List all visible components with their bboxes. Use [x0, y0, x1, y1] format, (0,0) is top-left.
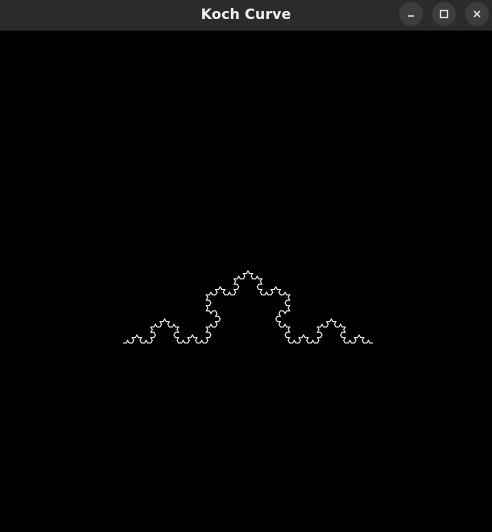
minimize-button[interactable]	[399, 2, 423, 26]
close-icon	[473, 10, 481, 18]
koch-curve-drawing	[123, 269, 373, 344]
maximize-icon	[439, 9, 449, 19]
drawing-canvas	[0, 31, 492, 532]
minimize-icon	[408, 15, 414, 17]
close-button[interactable]	[465, 2, 489, 26]
title-bar[interactable]: Koch Curve	[0, 0, 492, 31]
app-window: Koch Curve	[0, 0, 492, 532]
koch-curve	[123, 269, 373, 344]
maximize-button[interactable]	[432, 2, 456, 26]
window-controls	[399, 2, 489, 26]
window-title: Koch Curve	[200, 7, 292, 23]
